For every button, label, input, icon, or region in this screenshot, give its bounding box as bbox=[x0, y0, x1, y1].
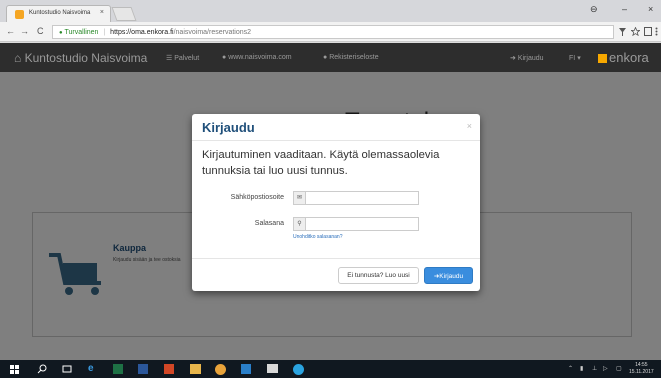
language-label: FI bbox=[569, 55, 576, 62]
task-view-icon[interactable] bbox=[62, 364, 72, 374]
secure-label: Turvallinen bbox=[64, 29, 99, 36]
outlook-icon[interactable] bbox=[241, 364, 251, 374]
file-explorer-icon[interactable] bbox=[190, 364, 201, 374]
address-bar[interactable]: ● Turvallinen | https://oma.enkora.fi/na… bbox=[52, 25, 614, 39]
battery-icon[interactable]: ▮ bbox=[580, 365, 583, 372]
list-icon: ☰ bbox=[166, 55, 173, 62]
extensions-icon[interactable] bbox=[644, 27, 652, 36]
enkora-logo: enkora bbox=[598, 50, 649, 65]
windows-taskbar: e ⌃ ▮ ⊥ ▷ ▢ 14:55 15.11.2017 bbox=[0, 360, 661, 378]
browser-toolbar: ← → C ● Turvallinen | https://oma.enkora… bbox=[0, 22, 661, 42]
reload-icon[interactable]: C bbox=[37, 26, 44, 36]
login-button[interactable]: ➜Kirjaudu bbox=[424, 267, 473, 284]
email-label: Sähköpostiosoite bbox=[230, 194, 284, 201]
email-field[interactable] bbox=[307, 192, 418, 204]
modal-title: Kirjaudu bbox=[202, 120, 255, 135]
tray-chevron-icon[interactable]: ⌃ bbox=[568, 365, 573, 372]
nav-registry[interactable]: ● Rekisteriseloste bbox=[323, 54, 379, 61]
url-host: https://oma.enkora.fi bbox=[110, 29, 174, 36]
taskbar-clock[interactable]: 14:55 15.11.2017 bbox=[629, 362, 654, 376]
clock-time: 14:55 bbox=[635, 362, 648, 368]
nav-website[interactable]: ● www.naisvoima.com bbox=[222, 54, 292, 61]
browser-tab[interactable]: Kuntostudio Naisvoima × bbox=[6, 5, 111, 22]
login-modal: Kirjaudu × Kirjautuminen vaaditaan. Käyt… bbox=[192, 114, 480, 291]
browser-tabstrip: Kuntostudio Naisvoima × ⊖ – × bbox=[0, 0, 661, 22]
login-intro-text: Kirjautuminen vaaditaan. Käytä olemassao… bbox=[202, 149, 440, 177]
login-button-label: Kirjaudu bbox=[439, 272, 464, 280]
action-center-icon[interactable]: ▢ bbox=[616, 365, 622, 372]
network-icon[interactable]: ⊥ bbox=[592, 365, 597, 372]
nav-login[interactable]: ➜ Kirjaudu bbox=[510, 54, 544, 62]
new-tab-button[interactable] bbox=[111, 7, 137, 21]
enkora-mark-icon bbox=[598, 54, 607, 63]
nav-services[interactable]: ☰ Palvelut bbox=[166, 54, 199, 62]
skype-icon[interactable] bbox=[293, 364, 304, 375]
forgot-password-link[interactable]: Unohditko salasanan? bbox=[293, 234, 342, 240]
email-field-group: ✉ bbox=[293, 191, 419, 205]
register-button[interactable]: Ei tunnusta? Luo uusi bbox=[338, 267, 419, 284]
enkora-logo-text: enkora bbox=[609, 50, 649, 65]
lock-icon: ● bbox=[59, 30, 63, 36]
edge-icon[interactable]: e bbox=[88, 364, 94, 374]
site-navbar: ⌂ Kuntostudio Naisvoima ☰ Palvelut ● www… bbox=[0, 43, 661, 72]
language-dropdown[interactable]: FI ▾ bbox=[569, 54, 581, 62]
modal-close-icon[interactable]: × bbox=[467, 121, 472, 131]
home-icon: ⌂ bbox=[14, 51, 22, 65]
user-profile-icon[interactable]: ⊖ bbox=[590, 4, 598, 15]
volume-icon[interactable]: ▷ bbox=[603, 365, 608, 372]
star-icon[interactable] bbox=[631, 27, 640, 36]
site-brand[interactable]: ⌂ Kuntostudio Naisvoima bbox=[14, 51, 147, 65]
key-icon: ⚲ bbox=[294, 218, 306, 230]
nav-services-label: Palvelut bbox=[174, 55, 200, 62]
password-label: Salasana bbox=[254, 220, 284, 227]
site-favicon-icon bbox=[15, 10, 24, 19]
password-field[interactable] bbox=[307, 218, 418, 230]
menu-icon[interactable] bbox=[655, 27, 658, 36]
login-icon: ➜ bbox=[510, 55, 516, 62]
envelope-icon: ✉ bbox=[294, 192, 306, 204]
funnel-icon[interactable] bbox=[619, 28, 626, 36]
nav-login-label: Kirjaudu bbox=[517, 55, 544, 62]
excel-icon[interactable] bbox=[113, 364, 123, 374]
brand-name: Kuntostudio Naisvoima bbox=[24, 51, 148, 65]
info-icon: ● bbox=[323, 54, 328, 61]
tab-title: Kuntostudio Naisvoima bbox=[29, 10, 91, 16]
url-path: /naisvoima/reservations2 bbox=[173, 29, 252, 36]
search-icon[interactable] bbox=[37, 364, 47, 374]
nav-website-label: www.naisvoima.com bbox=[228, 54, 292, 61]
globe-icon: ● bbox=[222, 54, 227, 61]
modal-header: Kirjaudu × bbox=[192, 114, 480, 141]
window-close-icon[interactable]: × bbox=[648, 4, 653, 14]
windows-start-icon[interactable] bbox=[10, 365, 19, 374]
chrome-icon[interactable] bbox=[215, 364, 226, 375]
news-app-icon[interactable] bbox=[267, 364, 278, 373]
minimize-icon[interactable]: – bbox=[622, 4, 627, 14]
tab-close-icon[interactable]: × bbox=[100, 9, 104, 16]
powerpoint-icon[interactable] bbox=[164, 364, 174, 374]
forward-icon[interactable]: → bbox=[20, 26, 29, 36]
clock-date: 15.11.2017 bbox=[629, 369, 654, 375]
back-icon[interactable]: ← bbox=[6, 26, 15, 36]
modal-footer: Ei tunnusta? Luo uusi ➜Kirjaudu bbox=[192, 258, 480, 291]
word-icon[interactable] bbox=[138, 364, 148, 374]
address-separator: | bbox=[103, 29, 106, 36]
nav-registry-label: Rekisteriseloste bbox=[329, 54, 379, 61]
password-field-group: ⚲ bbox=[293, 217, 419, 231]
caret-down-icon: ▾ bbox=[577, 55, 581, 62]
